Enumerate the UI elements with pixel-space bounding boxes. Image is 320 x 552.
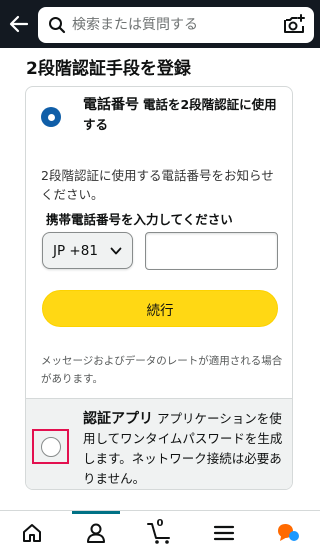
app-option-label: 認証アプリ [83, 411, 153, 427]
home-icon [23, 524, 41, 542]
country-code-value: JP +81 [53, 242, 98, 259]
phone-field-label: 携帯電話番号を入力してください [46, 212, 233, 227]
phone-option-heading[interactable]: 電話番号 電話を2段階認証に使用する [83, 95, 283, 135]
chevron-down-icon [110, 247, 122, 255]
search-icon [49, 17, 66, 34]
nav-home[interactable] [12, 515, 52, 551]
account-icon [87, 523, 105, 543]
bottom-navigation: 0 [0, 510, 320, 552]
continue-button[interactable]: 続行 [42, 290, 278, 327]
phone-info-text: 2段階認証に使用する電話番号をお知らせください。 [41, 168, 274, 202]
app-option-radio[interactable] [40, 436, 61, 457]
page-title: 2段階認証手段を登録 [26, 59, 191, 79]
highlight-box [32, 429, 69, 464]
authenticator-app-option[interactable]: 認証アプリ アプリケーションを使用してワンタイムパスワードを生成します。ネットワ… [26, 398, 292, 489]
search-bar[interactable] [38, 7, 314, 43]
phone-number-input[interactable] [145, 232, 278, 270]
phone-option-radio[interactable] [41, 107, 61, 127]
nav-account[interactable] [76, 515, 116, 551]
active-tab-indicator [72, 511, 120, 514]
app-option-text[interactable]: 認証アプリ アプリケーションを使用してワンタイムパスワードを生成します。ネットワ… [83, 409, 283, 489]
data-rate-notice: メッセージおよびデータのレートが適用される場合があります。 [41, 355, 283, 385]
continue-button-label: 続行 [146, 302, 174, 319]
top-bar [0, 0, 320, 48]
search-input[interactable] [72, 7, 272, 43]
nav-menu[interactable] [204, 515, 244, 551]
assistant-icon [278, 524, 299, 541]
nav-assistant[interactable] [268, 515, 308, 551]
menu-icon [213, 525, 235, 541]
country-code-select[interactable]: JP +81 [42, 232, 133, 269]
back-button[interactable] [6, 10, 32, 38]
back-arrow-icon [9, 15, 29, 33]
phone-option-label: 電話番号 [83, 97, 139, 113]
auth-method-card: 電話番号 電話を2段階認証に使用する 2段階認証に使用する電話番号をお知らせくだ… [25, 86, 293, 490]
camera-search-icon[interactable] [282, 13, 306, 37]
cart-count: 0 [156, 518, 164, 529]
radio-selected-dot [47, 113, 55, 121]
nav-cart[interactable]: 0 [140, 515, 180, 551]
